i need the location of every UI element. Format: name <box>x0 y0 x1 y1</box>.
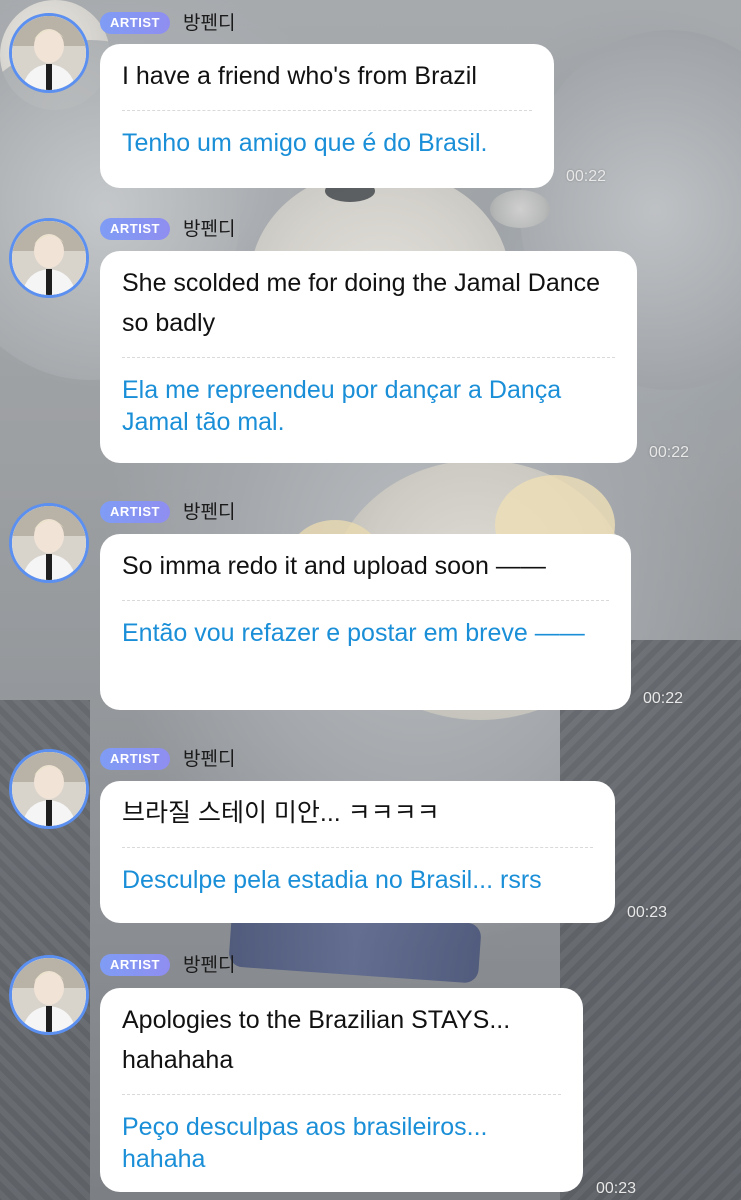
artist-badge: ARTIST <box>100 12 170 34</box>
artist-badge: ARTIST <box>100 954 170 976</box>
message-timestamp: 00:22 <box>566 168 607 185</box>
artist-badge: ARTIST <box>100 501 170 523</box>
message-bubble[interactable]: She scolded me for doing the Jamal Dance… <box>100 251 637 463</box>
sender-name[interactable]: 방펜디 <box>183 500 235 524</box>
avatar[interactable] <box>9 13 89 93</box>
message-bubble[interactable]: 브라질 스테이 미안... ㅋㅋㅋㅋ Desculpe pela estadia… <box>100 781 615 923</box>
avatar[interactable] <box>9 218 89 298</box>
artist-badge: ARTIST <box>100 748 170 770</box>
sender-name[interactable]: 방펜디 <box>183 747 235 771</box>
sender-name[interactable]: 방펜디 <box>183 953 235 977</box>
sender-name[interactable]: 방펜디 <box>183 11 235 35</box>
translation-text: Ela me repreendeu por dançar a Dança Jam… <box>122 376 562 436</box>
message-text: So imma redo it and upload soon —— <box>122 552 546 580</box>
translation-text: Então vou refazer e postar em breve —— <box>122 619 585 647</box>
message-timestamp: 00:23 <box>627 904 668 921</box>
avatar[interactable] <box>9 503 89 583</box>
message-timestamp: 00:22 <box>649 444 690 461</box>
message-text: Apologies to the Brazilian STAYS... haha… <box>122 1006 511 1074</box>
translation-text: Desculpe pela estadia no Brasil... rsrs <box>122 866 542 894</box>
message-text: 브라질 스테이 미안... ㅋㅋㅋㅋ <box>122 799 440 827</box>
avatar[interactable] <box>9 749 89 829</box>
sender-name[interactable]: 방펜디 <box>183 217 235 241</box>
message-text: I have a friend who's from Brazil <box>122 62 477 90</box>
translation-text: Tenho um amigo que é do Brasil. <box>122 129 488 157</box>
message-bubble[interactable]: Apologies to the Brazilian STAYS... haha… <box>100 988 583 1192</box>
chat-message-list[interactable]: ARTIST 방펜디 I have a friend who's from Br… <box>0 0 741 1200</box>
translation-text: Peço desculpas aos brasileiros... hahaha <box>122 1113 488 1173</box>
message-bubble[interactable]: I have a friend who's from Brazil Tenho … <box>100 44 554 188</box>
avatar[interactable] <box>9 955 89 1035</box>
message-timestamp: 00:23 <box>596 1180 637 1197</box>
message-timestamp: 00:22 <box>643 690 684 707</box>
artist-badge: ARTIST <box>100 218 170 240</box>
message-text: She scolded me for doing the Jamal Dance… <box>122 269 601 337</box>
message-bubble[interactable]: So imma redo it and upload soon —— Então… <box>100 534 631 710</box>
